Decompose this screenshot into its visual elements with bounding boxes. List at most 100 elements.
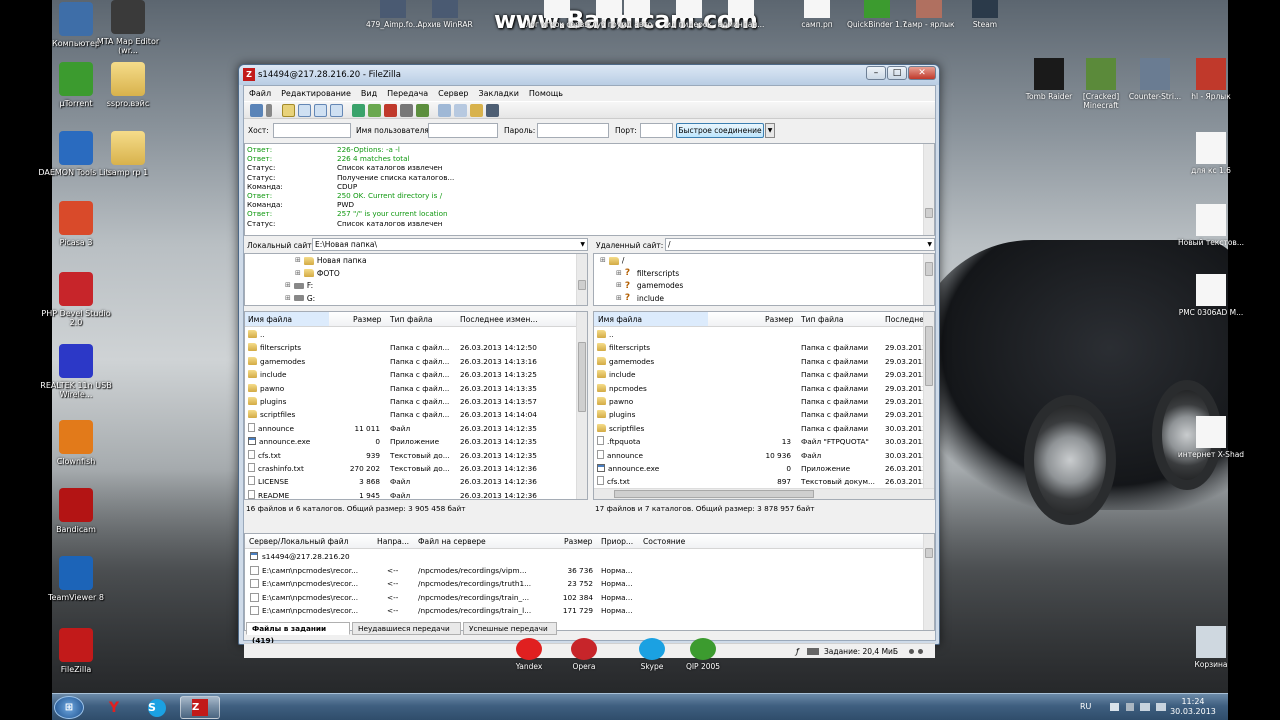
file-row[interactable]: announce.exe 0 Приложение 26.03.2013 14:12:… bbox=[245, 435, 587, 448]
file-row[interactable]: cfs.txt 897 Текстовый докум... 26.03.2013 bbox=[594, 475, 934, 488]
tree-node[interactable]: ⊞ F: bbox=[285, 280, 313, 291]
sync-browsing-icon[interactable] bbox=[454, 104, 467, 117]
file-row[interactable]: .. bbox=[245, 328, 587, 341]
file-row[interactable]: .ftpquota 13 Файл "FTPQUOTA" 30.03.2013 bbox=[594, 435, 934, 448]
remote-list-hscroll-thumb[interactable] bbox=[614, 490, 814, 498]
queue-row[interactable]: E:\самп\npcmodes\recor... <-- /npcmodes/re… bbox=[245, 577, 934, 590]
cancel-icon[interactable] bbox=[384, 104, 397, 117]
menu-item[interactable]: Вид bbox=[356, 87, 382, 100]
desktop-icon[interactable]: Архив WinRAR bbox=[410, 0, 480, 29]
desktop-icon[interactable]: QIP 2005 bbox=[668, 638, 738, 671]
tray-flag-icon[interactable] bbox=[1110, 703, 1119, 711]
queue-scroll-thumb[interactable] bbox=[925, 548, 933, 558]
close-button[interactable]: ✕ bbox=[908, 66, 936, 80]
queue-server-row[interactable]: s14494@217.28.216.20 bbox=[245, 550, 934, 563]
desktop-icon[interactable]: Bandicam bbox=[38, 488, 114, 534]
local-tree-scrollbar[interactable] bbox=[576, 254, 587, 305]
remote-tree-scroll-thumb[interactable] bbox=[925, 262, 933, 276]
local-file-list[interactable]: Имя файла Размер Тип файла Последнее изм… bbox=[244, 311, 588, 500]
filter-icon[interactable]: ƒ bbox=[796, 647, 799, 656]
local-col-name[interactable]: Имя файла bbox=[245, 312, 329, 326]
desktop-icon[interactable]: Корзина bbox=[1176, 626, 1246, 669]
remote-tree[interactable]: ⊞ / ⊞? filterscripts ⊞? gamemodes ⊞? include bbox=[593, 253, 935, 306]
dropdown-icon[interactable] bbox=[266, 104, 272, 117]
file-row[interactable]: crashinfo.txt 270 202 Текстовый до... 26.03… bbox=[245, 462, 587, 475]
file-row[interactable]: plugins Папка с файлами 29.03.2013 bbox=[594, 408, 934, 421]
desktop-icon[interactable]: PMC 0306AD M... bbox=[1176, 274, 1246, 317]
transfer-queue-icon[interactable] bbox=[330, 104, 343, 117]
remote-col-size[interactable]: Размер bbox=[765, 315, 794, 324]
tree-expander-icon[interactable]: ⊞ bbox=[616, 280, 622, 291]
tree-node[interactable]: ⊞ G: bbox=[285, 293, 315, 304]
menu-item[interactable]: Редактирование bbox=[276, 87, 356, 100]
network-icon[interactable] bbox=[1140, 703, 1150, 711]
volume-icon[interactable] bbox=[1156, 703, 1166, 711]
tree-node[interactable]: ⊞? include bbox=[616, 293, 664, 304]
tree-expander-icon[interactable]: ⊞ bbox=[295, 255, 301, 266]
chevron-down-icon[interactable]: ▼ bbox=[580, 239, 585, 250]
file-row[interactable]: LICENSE 3 868 Файл 26.03.2013 14:12:36 bbox=[245, 475, 587, 488]
menu-item[interactable]: Сервер bbox=[433, 87, 473, 100]
queue-col-remote[interactable]: Файл на сервере bbox=[418, 537, 486, 546]
tab-failed-transfers[interactable]: Неудавшиеся передачи bbox=[352, 622, 461, 635]
file-row[interactable]: plugins Папка с файл... 26.03.2013 14:13:5… bbox=[245, 395, 587, 408]
file-row[interactable]: README 1 945 Файл 26.03.2013 14:12:36 bbox=[245, 489, 587, 499]
search-icon[interactable] bbox=[470, 104, 483, 117]
local-list-scrollbar[interactable] bbox=[576, 312, 587, 499]
desktop-icon[interactable]: интернет X-Shad bbox=[1176, 416, 1246, 459]
remote-list-hscrollbar[interactable] bbox=[594, 488, 934, 499]
file-row[interactable]: announce 11 011 Файл 26.03.2013 14:12:35 bbox=[245, 422, 587, 435]
username-input[interactable] bbox=[428, 123, 498, 138]
tray-arrow-icon[interactable] bbox=[1126, 703, 1134, 711]
tree-node[interactable]: ⊞ Новая папка bbox=[295, 255, 367, 266]
file-row[interactable]: gamemodes Папка с файлами 29.03.2013 bbox=[594, 355, 934, 368]
local-col-modified[interactable]: Последнее измен... bbox=[460, 315, 538, 324]
file-row[interactable]: .. bbox=[594, 328, 934, 341]
tree-expander-icon[interactable]: ⊞ bbox=[616, 268, 622, 279]
window-titlebar[interactable]: Z s14494@217.28.216.20 - FileZilla – □ ✕ bbox=[239, 65, 939, 85]
queue-col-priority[interactable]: Приор... bbox=[601, 537, 633, 546]
file-row[interactable]: filterscripts Папка с файл... 26.03.2013 1… bbox=[245, 341, 587, 354]
file-row[interactable]: include Папка с файл... 26.03.2013 14:13:2… bbox=[245, 368, 587, 381]
file-row[interactable]: npcmodes Папка с файлами 29.03.2013 bbox=[594, 382, 934, 395]
quickconnect-button[interactable]: Быстрое соединение bbox=[676, 123, 764, 138]
process-queue-icon[interactable] bbox=[368, 104, 381, 117]
menu-item[interactable]: Передача bbox=[382, 87, 433, 100]
binoculars-icon[interactable] bbox=[486, 104, 499, 117]
refresh-icon[interactable] bbox=[352, 104, 365, 117]
tab-queued-files[interactable]: Файлы в задании (419) bbox=[246, 622, 350, 645]
queue-row[interactable]: E:\самп\npcmodes\recor... <-- /npcmodes/re… bbox=[245, 591, 934, 604]
tree-expander-icon[interactable]: ⊞ bbox=[285, 280, 291, 291]
local-list-scroll-thumb[interactable] bbox=[578, 342, 586, 412]
log-scroll-thumb[interactable] bbox=[925, 208, 933, 218]
chevron-down-icon[interactable]: ▼ bbox=[927, 239, 932, 250]
local-tree[interactable]: ⊞ Новая папка ⊞ ФОТО ⊞ F: ⊞ G: bbox=[244, 253, 588, 306]
file-row[interactable]: gamemodes Папка с файл... 26.03.2013 14:13… bbox=[245, 355, 587, 368]
file-row[interactable]: scriptfiles Папка с файл... 26.03.2013 14:… bbox=[245, 408, 587, 421]
desktop-icon[interactable]: sspro.вэйс bbox=[90, 62, 166, 108]
file-row[interactable]: filterscripts Папка с файлами 29.03.2013 bbox=[594, 341, 934, 354]
remote-col-name[interactable]: Имя файла bbox=[594, 312, 708, 326]
tree-expander-icon[interactable]: ⊞ bbox=[616, 293, 622, 304]
log-scrollbar[interactable] bbox=[923, 144, 934, 235]
queue-col-size[interactable]: Размер bbox=[564, 537, 593, 546]
message-log-icon[interactable] bbox=[282, 104, 295, 117]
queue-row[interactable]: E:\самп\npcmodes\recor... <-- /npcmodes/re… bbox=[245, 564, 934, 577]
desktop-icon[interactable]: samp rp 1 bbox=[90, 131, 166, 177]
menu-item[interactable]: Закладки bbox=[473, 87, 523, 100]
transfer-queue[interactable]: Сервер/Локальный файл Напра... Файл на с… bbox=[244, 533, 935, 631]
port-input[interactable] bbox=[640, 123, 673, 138]
site-manager-icon[interactable] bbox=[250, 104, 263, 117]
local-path-input[interactable]: E:\Новая папка\ ▼ bbox=[312, 238, 588, 251]
local-col-size[interactable]: Размер bbox=[353, 315, 382, 324]
remote-file-list[interactable]: Имя файла Размер Тип файла Последнее .. f… bbox=[593, 311, 935, 500]
tree-node[interactable]: ⊞ / bbox=[600, 255, 624, 266]
file-row[interactable]: include Папка с файлами 29.03.2013 bbox=[594, 368, 934, 381]
desktop-icon[interactable]: FileZilla bbox=[38, 628, 114, 674]
maximize-button[interactable]: □ bbox=[887, 66, 907, 80]
queue-col-status[interactable]: Состояние bbox=[643, 537, 685, 546]
desktop-icon[interactable]: для кс 1.6 bbox=[1176, 132, 1246, 175]
password-input[interactable] bbox=[537, 123, 609, 138]
menu-item[interactable]: Файл bbox=[244, 87, 276, 100]
minimize-button[interactable]: – bbox=[866, 66, 886, 80]
